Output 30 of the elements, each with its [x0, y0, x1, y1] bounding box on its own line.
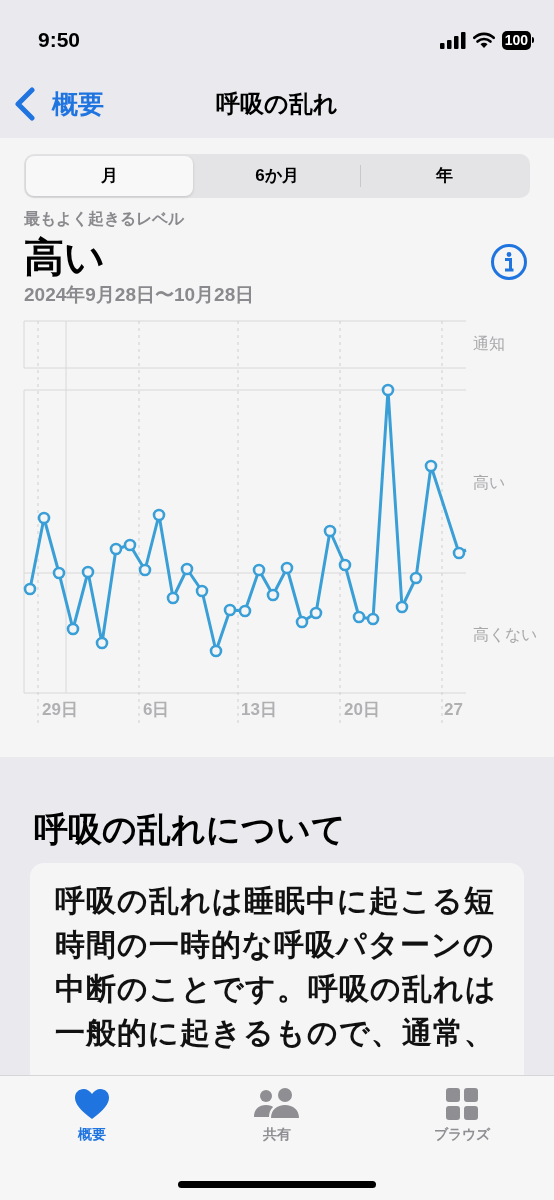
- tab-bar-item[interactable]: 概要: [0, 1076, 185, 1144]
- tab-bar-item[interactable]: 共有: [184, 1076, 370, 1144]
- description-text: 呼吸の乱れは睡眠中に起こる短時間の一時的な呼吸パターンの中断のことです。呼吸の乱れは一般的に起きるもので、通常、: [55, 883, 498, 1051]
- level-caption: 最もよく起きるレベル: [24, 209, 185, 229]
- screen-title: 呼吸の乱れ: [216, 89, 338, 119]
- back-chevron-icon: [14, 87, 36, 121]
- date-axis-label: 13日: [241, 699, 277, 721]
- level-value: 高い: [24, 234, 105, 281]
- date-axis-label: 27: [444, 699, 463, 721]
- heart-icon: [74, 1088, 111, 1120]
- level-axis-label: 高い: [473, 473, 505, 493]
- back-link[interactable]: 概要: [0, 84, 104, 124]
- info-button[interactable]: [490, 243, 528, 281]
- segment-tab[interactable]: 年: [361, 156, 528, 196]
- status-time: 9:50: [38, 27, 81, 54]
- level-axis-label: 通知: [473, 334, 505, 354]
- people-icon: [253, 1088, 301, 1120]
- date-range: 2024年9月28日〜10月28日: [24, 283, 256, 307]
- segment-tab[interactable]: 月: [26, 156, 193, 196]
- battery-icon: 100: [501, 30, 534, 50]
- section-heading: 呼吸の乱れについて: [33, 809, 347, 850]
- segment-tab[interactable]: 6か月: [193, 156, 361, 196]
- date-axis-label: 20日: [344, 699, 380, 721]
- date-axis-label: 6日: [143, 699, 170, 721]
- tab-bar-item[interactable]: ブラウズ: [369, 1076, 554, 1144]
- date-axis-label: 29日: [42, 699, 78, 721]
- signal-icon: [439, 31, 466, 49]
- wifi-icon: [472, 31, 495, 49]
- grid-icon: [445, 1088, 478, 1120]
- level-axis-label: 高くない: [473, 625, 537, 645]
